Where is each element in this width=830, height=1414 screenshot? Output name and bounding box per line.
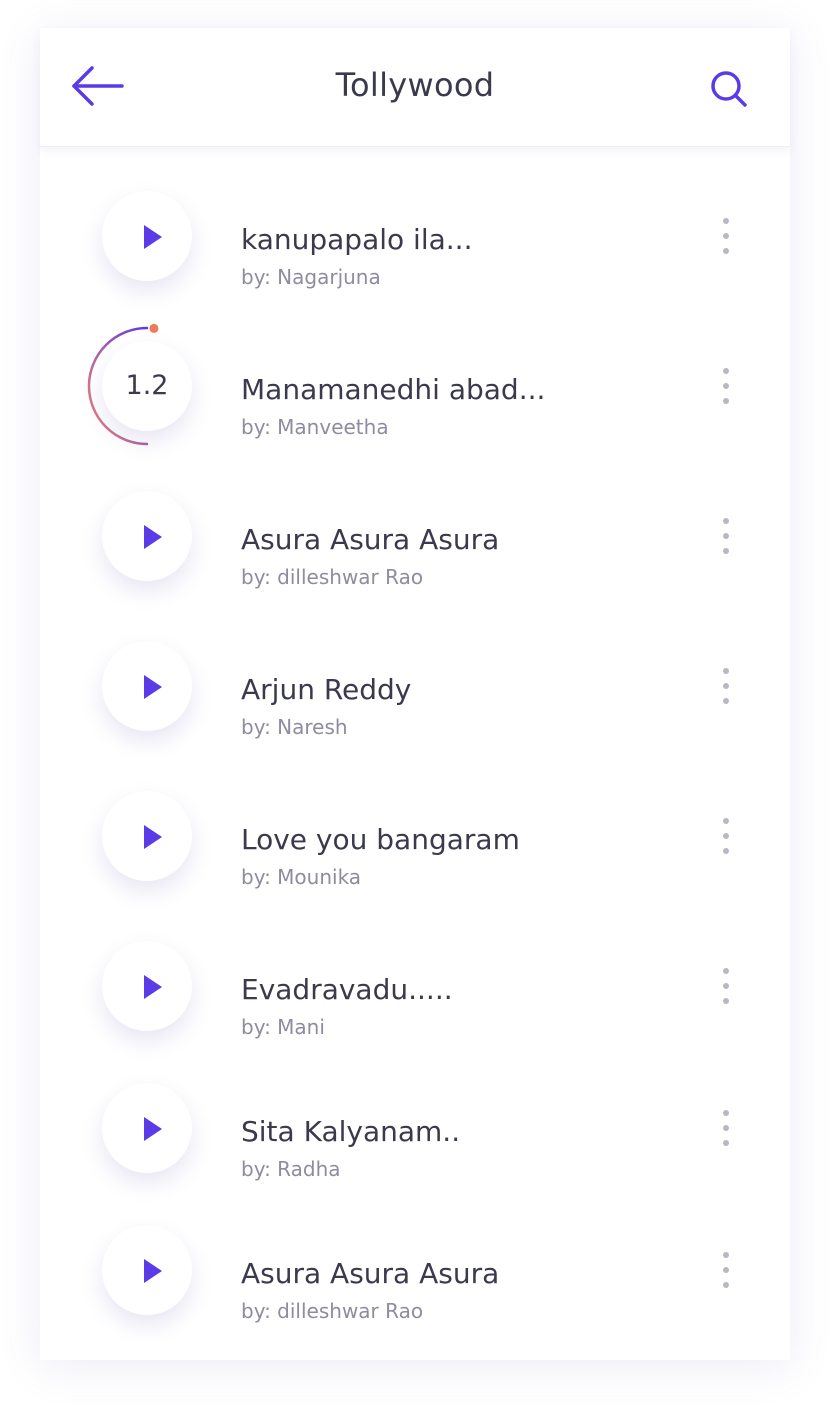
song-artist: by: Mani: [241, 1015, 325, 1039]
song-title: Asura Asura Asura: [241, 1257, 500, 1290]
list-item[interactable]: Asura Asura Asura by: dilleshwar Rao: [40, 1225, 790, 1390]
more-vertical-icon: [723, 818, 729, 824]
play-icon: [144, 525, 162, 549]
play-icon: [144, 1117, 162, 1141]
more-vertical-icon: [723, 1110, 729, 1116]
more-options-button[interactable]: [716, 816, 736, 856]
song-artist: by: dilleshwar Rao: [241, 1299, 424, 1323]
more-options-button[interactable]: [716, 516, 736, 556]
play-button[interactable]: [102, 791, 192, 881]
song-artist: by: Manveetha: [241, 415, 389, 439]
song-title: Arjun Reddy: [241, 673, 412, 706]
more-vertical-icon: [723, 368, 729, 374]
play-icon: [144, 975, 162, 999]
play-button[interactable]: [102, 641, 192, 731]
more-vertical-icon: [723, 1252, 729, 1258]
song-title: Evadravadu.....: [241, 973, 453, 1006]
progress-ring[interactable]: 1.2: [84, 323, 210, 449]
song-title: Sita Kalyanam..: [241, 1115, 461, 1148]
more-vertical-icon: [723, 968, 729, 974]
more-options-button[interactable]: [716, 1250, 736, 1290]
play-button[interactable]: [102, 191, 192, 281]
more-options-button[interactable]: [716, 1108, 736, 1148]
song-title: Asura Asura Asura: [241, 523, 500, 556]
play-icon: [144, 675, 162, 699]
play-icon: [144, 225, 162, 249]
progress-label: 1.2: [102, 341, 192, 431]
more-vertical-icon: [723, 518, 729, 524]
song-artist: by: Mounika: [241, 865, 362, 889]
play-button[interactable]: [102, 1225, 192, 1315]
list-item[interactable]: Asura Asura Asura by: dilleshwar Rao: [40, 491, 790, 656]
search-button[interactable]: [706, 66, 752, 112]
play-icon: [144, 825, 162, 849]
play-button[interactable]: [102, 941, 192, 1031]
list-item[interactable]: 1.2 Manamanedhi abad... by: Manveetha: [40, 323, 790, 506]
more-options-button[interactable]: [716, 966, 736, 1006]
song-title: Manamanedhi abad...: [241, 373, 546, 406]
more-options-button[interactable]: [716, 666, 736, 706]
list-item[interactable]: Arjun Reddy by: Naresh: [40, 641, 790, 806]
play-button[interactable]: [102, 491, 192, 581]
song-artist: by: dilleshwar Rao: [241, 565, 424, 589]
more-options-button[interactable]: [716, 366, 736, 406]
search-icon: [711, 71, 747, 107]
page-title: Tollywood: [335, 66, 495, 104]
play-button[interactable]: [102, 1083, 192, 1173]
playlist-card: Tollywood kanupapalo ila... by: Nagarjun…: [40, 28, 790, 1360]
list-item[interactable]: Love you bangaram by: Mounika: [40, 791, 790, 956]
song-artist: by: Radha: [241, 1157, 341, 1181]
more-vertical-icon: [723, 668, 729, 674]
song-title: kanupapalo ila...: [241, 223, 473, 256]
song-artist: by: Naresh: [241, 715, 348, 739]
song-artist: by: Nagarjuna: [241, 265, 381, 289]
app-header: Tollywood: [40, 28, 790, 147]
play-icon: [144, 1259, 162, 1283]
more-options-button[interactable]: [716, 216, 736, 256]
more-vertical-icon: [723, 218, 729, 224]
song-title: Love you bangaram: [241, 823, 520, 856]
